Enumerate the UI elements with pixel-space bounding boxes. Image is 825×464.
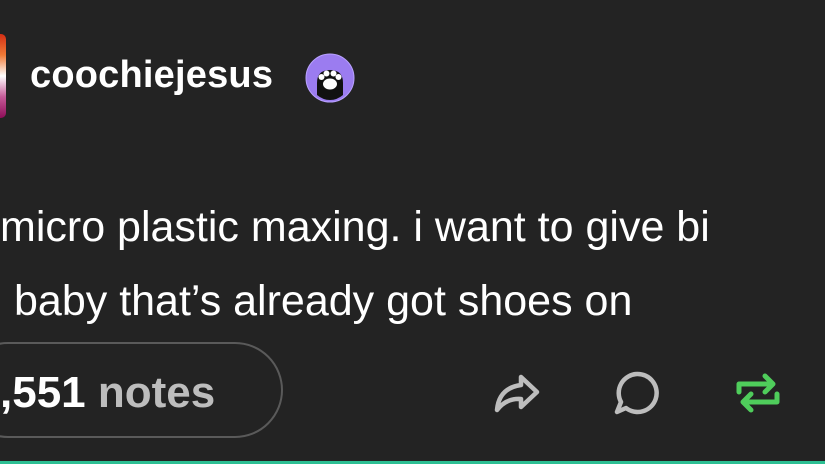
post-card: coochiejesus micro plastic maxing. i wan… xyxy=(0,0,825,464)
paw-print-icon[interactable] xyxy=(305,53,355,103)
notes-count[interactable]: ,551 notes xyxy=(0,368,215,418)
post-body: micro plastic maxing. i want to give bi … xyxy=(0,190,825,338)
post-text-line: micro plastic maxing. i want to give bi xyxy=(0,203,710,251)
reply-icon[interactable] xyxy=(612,368,662,418)
reblog-icon[interactable] xyxy=(733,368,783,418)
share-icon[interactable] xyxy=(492,368,542,418)
notes-label: notes xyxy=(97,368,216,417)
notes-number: ,551 xyxy=(0,368,86,417)
username[interactable]: coochiejesus xyxy=(30,54,273,97)
post-text-line: baby that’s already got shoes on xyxy=(14,277,633,325)
avatar[interactable] xyxy=(0,34,6,118)
